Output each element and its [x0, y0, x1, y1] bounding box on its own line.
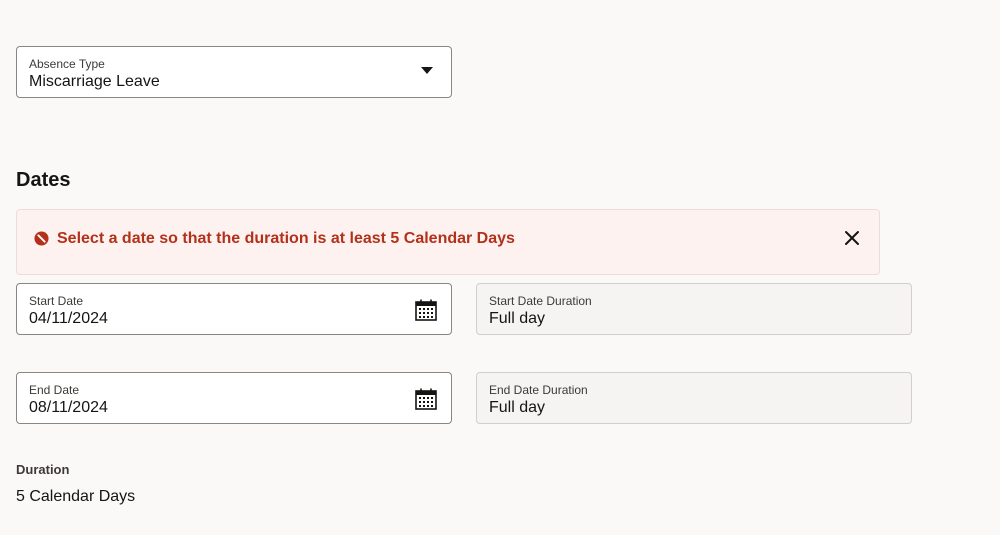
- end-date-duration-label: End Date Duration: [489, 383, 588, 397]
- end-date-field[interactable]: End Date 08/11/2024: [16, 372, 452, 424]
- start-date-label: Start Date: [29, 294, 84, 308]
- start-date-field[interactable]: Start Date 04/11/2024: [16, 283, 452, 335]
- absence-type-label: Absence Type: [29, 57, 105, 71]
- error-message: Select a date so that the duration is at…: [57, 230, 515, 247]
- calendar-icon[interactable]: [413, 386, 439, 412]
- start-date-duration-value: Full day: [489, 310, 546, 327]
- calendar-icon[interactable]: [413, 297, 439, 323]
- start-date-value[interactable]: 04/11/2024: [29, 309, 108, 329]
- start-date-duration-field: Start Date Duration Full day: [476, 283, 912, 335]
- end-date-duration-field: End Date Duration Full day: [476, 372, 912, 424]
- end-date-value[interactable]: 08/11/2024: [29, 398, 108, 418]
- error-icon: [34, 231, 49, 246]
- duration-value: 5 Calendar Days: [16, 488, 136, 505]
- end-date-duration-value: Full day: [489, 399, 546, 416]
- end-date-label: End Date: [29, 383, 80, 397]
- absence-type-value[interactable]: Miscarriage Leave: [29, 72, 160, 92]
- close-icon[interactable]: [841, 227, 863, 249]
- chevron-down-icon[interactable]: [421, 67, 433, 74]
- error-banner: Select a date so that the duration is at…: [16, 209, 880, 275]
- start-date-duration-label: Start Date Duration: [489, 294, 592, 308]
- dates-section-title: Dates: [16, 169, 71, 191]
- duration-label: Duration: [16, 462, 70, 477]
- absence-type-select[interactable]: Absence Type Miscarriage Leave: [16, 46, 452, 98]
